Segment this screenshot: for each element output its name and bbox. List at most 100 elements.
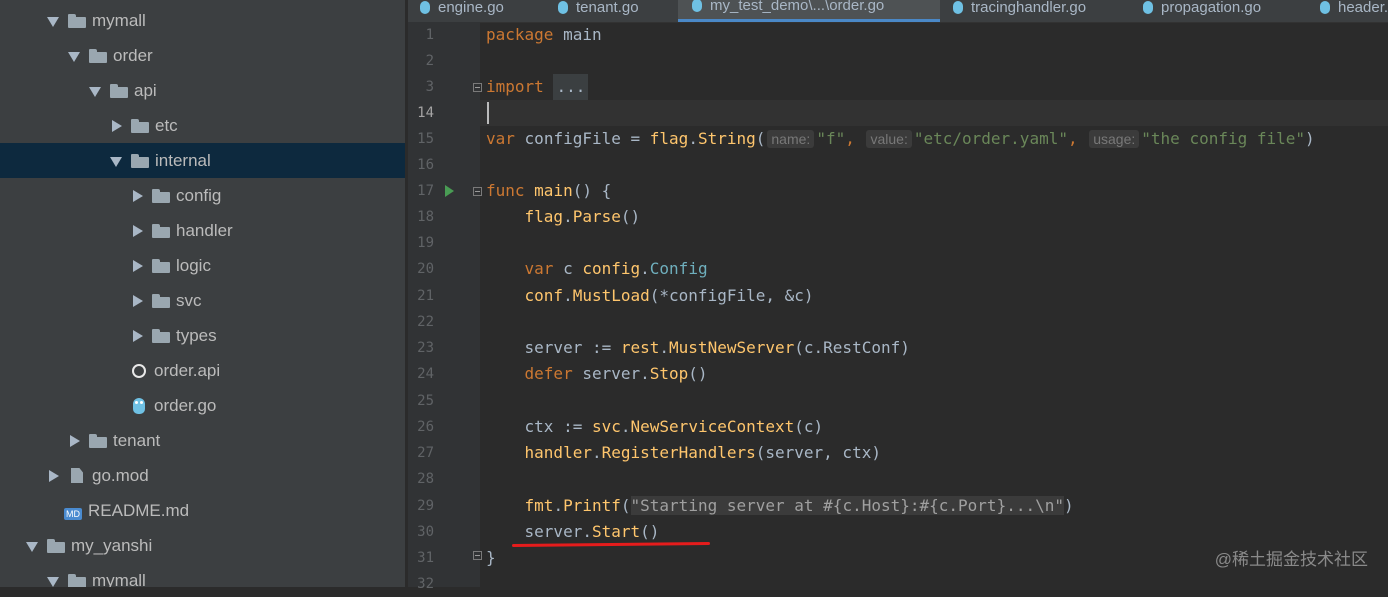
- identifier: main: [563, 25, 602, 44]
- collapse-arrow-icon[interactable]: [46, 469, 60, 483]
- function-call: MustLoad: [572, 286, 650, 305]
- tree-item-tenant[interactable]: tenant: [0, 423, 405, 458]
- tree-item-my-yanshi[interactable]: my_yanshi: [0, 528, 405, 563]
- tree-item-label: logic: [176, 255, 211, 275]
- tab-tenant-go[interactable]: tenant.go: [558, 0, 639, 22]
- tree-item-label: my_yanshi: [71, 535, 153, 555]
- tree-item-label: handler: [176, 220, 233, 240]
- code-text: (c): [794, 417, 824, 436]
- line-number: 28: [417, 471, 434, 487]
- tree-item-api[interactable]: api: [0, 73, 405, 108]
- expand-arrow-icon[interactable]: [109, 154, 123, 168]
- text-caret: [487, 102, 489, 124]
- paren: ): [1305, 129, 1315, 148]
- folder-icon: [131, 153, 149, 168]
- code-line-21: conf.MustLoad(*configFile, &c): [524, 286, 814, 305]
- tree-item-mymall[interactable]: mymall: [0, 3, 405, 38]
- folder-icon: [152, 223, 170, 238]
- editor-tab-bar: engine.go tenant.go my_test_demo\...\ord…: [408, 0, 1388, 23]
- collapse-arrow-icon[interactable]: [130, 189, 144, 203]
- tree-item-internal[interactable]: internal: [0, 143, 405, 178]
- line-number: 31: [417, 550, 434, 566]
- package-ref: conf: [524, 286, 564, 305]
- tab-tracinghandler-go[interactable]: tracinghandler.go: [953, 0, 1086, 22]
- tree-item-label: order.api: [154, 360, 221, 380]
- line-number: 22: [417, 314, 434, 330]
- folder-icon: [68, 13, 86, 28]
- tree-item-label: svc: [176, 290, 202, 310]
- keyword: func: [486, 181, 525, 200]
- tree-item-order-api[interactable]: order.api: [0, 353, 405, 388]
- expand-arrow-icon[interactable]: [25, 539, 39, 553]
- expand-arrow-icon[interactable]: [46, 574, 60, 588]
- tree-item-label: order: [113, 45, 153, 65]
- collapse-arrow-icon[interactable]: [109, 119, 123, 133]
- function-name: main: [534, 181, 573, 200]
- type-name: Config: [649, 259, 708, 278]
- param-hint: value:: [866, 130, 912, 148]
- function-call: Start: [591, 522, 641, 541]
- code-line-17: func main() {: [486, 178, 611, 204]
- code-text: ctx :=: [524, 417, 592, 436]
- collapse-arrow-icon[interactable]: [130, 224, 144, 238]
- tree-item-logic[interactable]: logic: [0, 248, 405, 283]
- tree-item-mymall-2[interactable]: mymall: [0, 563, 405, 587]
- keyword: package: [486, 25, 554, 44]
- tree-item-config[interactable]: config: [0, 178, 405, 213]
- tree-item-order-go[interactable]: order.go: [0, 388, 405, 423]
- folded-region[interactable]: ...: [553, 74, 589, 100]
- identifier: server.: [524, 522, 592, 541]
- package-ref: config: [582, 259, 641, 278]
- code-line-23: server := rest.MustNewServer(c.RestConf): [524, 338, 910, 357]
- expand-arrow-icon[interactable]: [88, 84, 102, 98]
- identifier: server.: [572, 364, 650, 383]
- tab-order-go[interactable]: my_test_demo\...\order.go: [678, 0, 940, 22]
- keyword: var: [524, 259, 554, 278]
- package-ref: handler: [524, 443, 592, 462]
- tree-item-handler[interactable]: handler: [0, 213, 405, 248]
- collapse-arrow-icon[interactable]: [67, 434, 81, 448]
- tree-item-go-mod[interactable]: go.mod: [0, 458, 405, 493]
- function-call: MustNewServer: [669, 338, 795, 357]
- tab-header-go[interactable]: header.go: [1320, 0, 1388, 22]
- tree-item-label: etc: [155, 115, 178, 135]
- run-gutter-icon[interactable]: [445, 185, 454, 197]
- tree-item-order[interactable]: order: [0, 38, 405, 73]
- tree-item-readme[interactable]: MD README.md: [0, 493, 405, 528]
- fold-collapsed-icon[interactable]: [473, 83, 482, 92]
- tree-item-label: internal: [155, 150, 211, 170]
- tree-item-etc[interactable]: etc: [0, 108, 405, 143]
- tree-item-svc[interactable]: svc: [0, 283, 405, 318]
- string-literal: "Starting server at #{c.Host}:#{c.Port}.…: [630, 496, 1064, 515]
- paren: ): [1064, 496, 1074, 515]
- tab-engine-go[interactable]: engine.go: [420, 0, 504, 22]
- keyword: import: [486, 77, 544, 96]
- code-text: (*configFile, &c): [649, 286, 814, 305]
- expand-arrow-icon[interactable]: [67, 49, 81, 63]
- line-number: 2: [425, 53, 434, 69]
- code-text: }: [486, 548, 496, 567]
- code-line-18: flag.Parse(): [524, 207, 641, 226]
- collapse-arrow-icon[interactable]: [130, 259, 144, 273]
- line-number: 29: [417, 498, 434, 514]
- go-file-icon: [558, 0, 568, 14]
- code-text: (): [620, 207, 641, 226]
- folder-icon: [131, 118, 149, 133]
- collapse-arrow-icon[interactable]: [130, 329, 144, 343]
- collapse-arrow-icon[interactable]: [130, 294, 144, 308]
- fold-expanded-icon[interactable]: [473, 187, 482, 196]
- string-literal: "etc/order.yaml": [913, 129, 1068, 148]
- code-text: (server, ctx): [755, 443, 881, 462]
- folder-icon: [152, 188, 170, 203]
- line-number: 25: [417, 393, 434, 409]
- function-call: String: [697, 129, 756, 148]
- code-text: (c.RestConf): [794, 338, 910, 357]
- keyword: defer: [524, 364, 573, 383]
- tree-item-types[interactable]: types: [0, 318, 405, 353]
- tab-propagation-go[interactable]: propagation.go: [1143, 0, 1261, 22]
- expand-arrow-icon[interactable]: [46, 14, 60, 28]
- code-line-24: defer server.Stop(): [486, 361, 708, 387]
- tab-label: engine.go: [438, 0, 504, 16]
- line-number: 1: [425, 27, 434, 43]
- fold-end-icon[interactable]: [473, 551, 482, 560]
